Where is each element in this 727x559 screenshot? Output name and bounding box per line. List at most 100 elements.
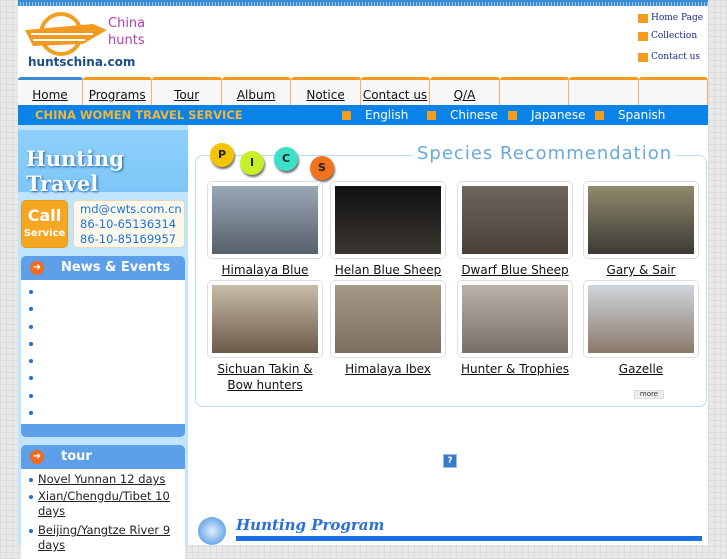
species-caption[interactable]: Sichuan Takin & Bow hunters (207, 361, 323, 393)
species-photo[interactable] (457, 280, 573, 358)
species-photo[interactable] (207, 181, 323, 259)
species-photo[interactable] (583, 280, 699, 358)
link-label: Home Page (651, 13, 704, 23)
page-container: China hunts huntschina.com Home Page Coll… (18, 0, 709, 559)
species-item[interactable]: Hunter & Trophies (457, 280, 573, 377)
species-item[interactable]: Dwarf Blue Sheep (457, 181, 573, 278)
species-caption[interactable]: Hunter & Trophies (457, 361, 573, 377)
home-page-link[interactable]: Home Page (638, 13, 703, 23)
news-item[interactable] (27, 405, 185, 422)
news-item[interactable] (27, 284, 185, 301)
service-label: Service (23, 228, 66, 239)
site-logo[interactable]: China hunts huntschina.com (23, 10, 153, 70)
tab-empty (638, 77, 709, 105)
photo-image (212, 285, 318, 353)
species-caption[interactable]: Helan Blue Sheep (330, 262, 446, 278)
missing-plugin-icon: ? (443, 454, 457, 468)
logo-emblem-icon (25, 12, 107, 56)
brand-domain: huntschina.com (28, 55, 136, 69)
language-label: English (365, 108, 409, 122)
top-stripe (18, 0, 708, 6)
species-item[interactable]: Gary & Sair (583, 181, 699, 278)
species-photo[interactable] (583, 181, 699, 259)
species-caption[interactable]: Gazelle (583, 361, 699, 377)
collection-link[interactable]: Collection (638, 31, 697, 41)
species-item[interactable]: Helan Blue Sheep (330, 181, 446, 278)
language-english[interactable]: English (342, 108, 408, 122)
list-item: Novel Yunnan 12 days (27, 472, 185, 489)
more-link[interactable]: more (634, 390, 664, 399)
arrow-icon (595, 110, 604, 120)
contact-email[interactable]: md@cwts.com.cn (80, 202, 182, 217)
language-label: Chinese (450, 108, 498, 122)
species-item[interactable]: Gazelle (583, 280, 699, 377)
main-nav: Home Programs Tour Album Notice Contact … (18, 77, 709, 105)
hunting-program-title: Hunting Program (236, 516, 385, 534)
tab-home[interactable]: Home (18, 77, 83, 105)
species-item[interactable]: Sichuan Takin & Bow hunters (207, 280, 323, 393)
species-photo[interactable] (207, 280, 323, 358)
photo-image (335, 285, 441, 353)
news-item[interactable] (27, 336, 185, 353)
tab-qa[interactable]: Q/A (430, 77, 500, 105)
tour-link[interactable]: Beijing/Yangtze River 9 days (38, 523, 170, 552)
language-chinese[interactable]: Chinese (427, 108, 498, 122)
species-photo[interactable] (330, 181, 446, 259)
brand-line2: hunts (108, 33, 145, 48)
language-spanish[interactable]: Spanish (595, 108, 665, 122)
list-item: Xian/Chengdu/Tibet 10 days (27, 489, 185, 523)
news-item[interactable] (27, 319, 185, 336)
list-item: Beijing/Yangtze River 9 days (27, 523, 185, 557)
species-caption[interactable]: Gary & Sair (583, 262, 699, 278)
language-japanese[interactable]: Japanese (508, 108, 586, 122)
photo-image (335, 186, 441, 254)
contact-us-link[interactable]: Contact us (638, 52, 700, 62)
brand-name: China hunts (108, 15, 145, 49)
section-divider (236, 536, 702, 541)
species-photo[interactable] (330, 280, 446, 358)
call-label: Call (27, 206, 62, 225)
envelope-icon (638, 52, 648, 62)
pics-ball: I (240, 151, 264, 175)
contact-phone: 86-10-85169957 (80, 232, 177, 246)
star-folder-icon (638, 31, 648, 41)
news-item[interactable] (27, 388, 185, 405)
tour-link[interactable]: Xian/Chengdu/Tibet 10 days (38, 489, 170, 518)
arrow-icon (427, 110, 436, 120)
language-bar: CHINA WOMEN TRAVEL SERVICE English Chine… (18, 105, 708, 125)
news-item[interactable] (27, 301, 185, 318)
photo-image (462, 285, 568, 353)
news-title: News & Events (61, 260, 171, 275)
home-icon (638, 13, 648, 23)
species-item[interactable]: Himalaya Blue Sheep (207, 181, 323, 294)
arrow-right-icon: ➜ (30, 261, 44, 275)
pics-ball: C (274, 147, 298, 171)
contact-info: md@cwts.com.cn 86-10-65136314 86-10-8516… (73, 200, 185, 248)
news-item[interactable] (27, 353, 185, 370)
brand-line1: China (108, 16, 146, 31)
tab-tour[interactable]: Tour (152, 77, 222, 105)
tab-notice[interactable]: Notice (291, 77, 361, 105)
news-item[interactable] (27, 370, 185, 387)
tour-header: ➜ tour (21, 445, 185, 469)
tour-link[interactable]: Novel Yunnan 12 days (38, 472, 165, 486)
photo-image (588, 285, 694, 353)
arrow-icon (342, 110, 351, 120)
species-caption[interactable]: Himalaya Ibex (330, 361, 446, 377)
pics-ball: S (310, 156, 334, 180)
tab-programs[interactable]: Programs (82, 77, 153, 105)
photo-image (462, 186, 568, 254)
species-item[interactable]: Himalaya Ibex (330, 280, 446, 377)
tab-contact-us[interactable]: Contact us (360, 77, 431, 105)
species-caption[interactable]: Dwarf Blue Sheep (457, 262, 573, 278)
news-events-box: ➜ News & Events (21, 256, 185, 437)
tour-box: ➜ tour Novel Yunnan 12 days Xian/Chengdu/… (21, 445, 185, 559)
species-photo[interactable] (457, 181, 573, 259)
hunting-travel-banner: Hunting Travel (18, 130, 188, 196)
sidebar: Hunting Travel Call Service md@cwts.com.c… (18, 125, 188, 559)
tab-empty (499, 77, 570, 105)
arrow-icon (508, 110, 517, 120)
tour-list: Novel Yunnan 12 days Xian/Chengdu/Tibet … (21, 469, 185, 559)
link-label: Contact us (651, 52, 701, 62)
tab-album[interactable]: Album (221, 77, 292, 105)
